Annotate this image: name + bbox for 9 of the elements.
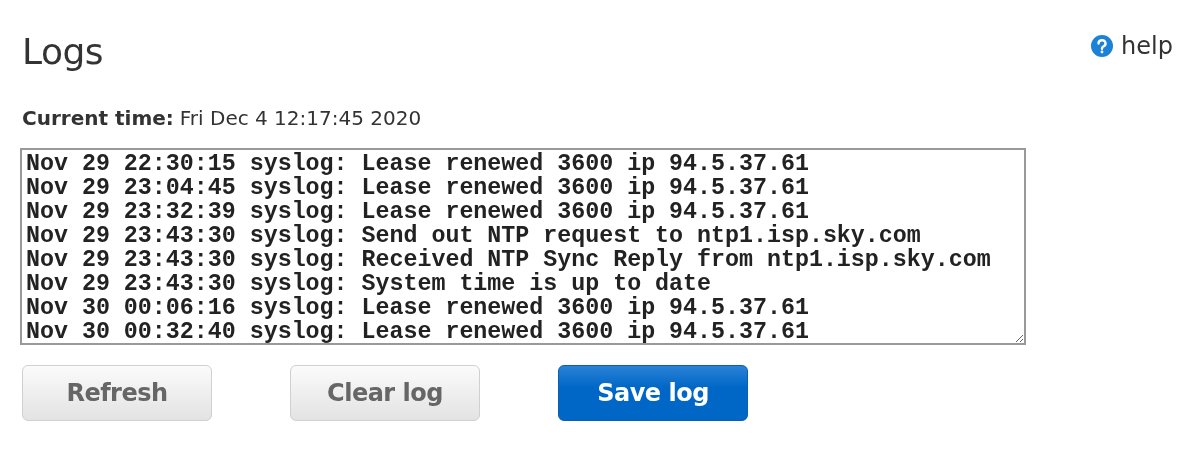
log-field[interactable]: Nov 29 22:30:15 syslog: Lease renewed 3600 ip 94.5.37.61 Nov 29 23:04:45 syslog: Lease renewed 3600 ip 94.5.37.61 Nov 29 23:32:39 syslog: Lease renewed 3600 ip 94.5.37.61 Nov 29 23:43:30 syslog: Send out NTP request to ntp1.isp.sky.com Nov 29 23:43:30 syslog: Received NTP Sync Reply from ntp1.isp.sky.com Nov 29 23:43:30 syslog: System time is up to date Nov 30 00:06:16 syslog: Lease renewed 3600 ip 94.5.37.61 Nov 30 00:32:40 syslog: Lease renewed 3600 ip 94.5.37.61 — [20, 148, 1026, 345]
save-button[interactable]: Save log — [558, 365, 748, 421]
action-button[interactable]: Refresh — [22, 365, 212, 421]
action-button[interactable]: Clear log — [290, 365, 480, 421]
page-title: Logs — [22, 31, 104, 72]
current-time-label: Current time: — [22, 106, 174, 130]
help-icon — [1091, 35, 1114, 57]
current-time-value: Fri Dec 4 12:17:45 2020 — [179, 106, 422, 130]
help-link[interactable]: help — [1091, 32, 1173, 60]
